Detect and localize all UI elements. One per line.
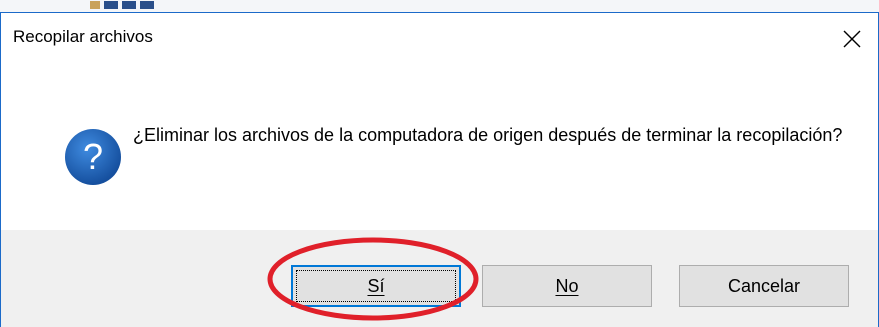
background-window-fragment (90, 0, 314, 10)
message-dialog: Recopilar archivos ? ¿Eliminar los archi… (0, 12, 879, 327)
no-button-label: No (555, 275, 579, 296)
svg-text:?: ? (83, 136, 103, 177)
background-window (0, 0, 879, 12)
dialog-titlebar[interactable]: Recopilar archivos (1, 13, 878, 65)
close-button[interactable] (826, 13, 878, 65)
cancel-button[interactable]: Cancelar (679, 265, 849, 307)
close-icon (843, 30, 861, 48)
yes-button-label: Sí (367, 275, 385, 296)
dialog-content: ? ¿Eliminar los archivos de la computado… (1, 65, 878, 230)
dialog-footer: Sí No Cancelar (1, 230, 878, 327)
no-button[interactable]: No (482, 265, 652, 307)
cancel-button-label: Cancelar (727, 275, 801, 296)
dialog-title: Recopilar archivos (13, 27, 153, 46)
yes-button[interactable]: Sí (291, 265, 461, 307)
dialog-message: ¿Eliminar los archivos de la computadora… (133, 125, 843, 145)
question-icon: ? (65, 129, 121, 185)
